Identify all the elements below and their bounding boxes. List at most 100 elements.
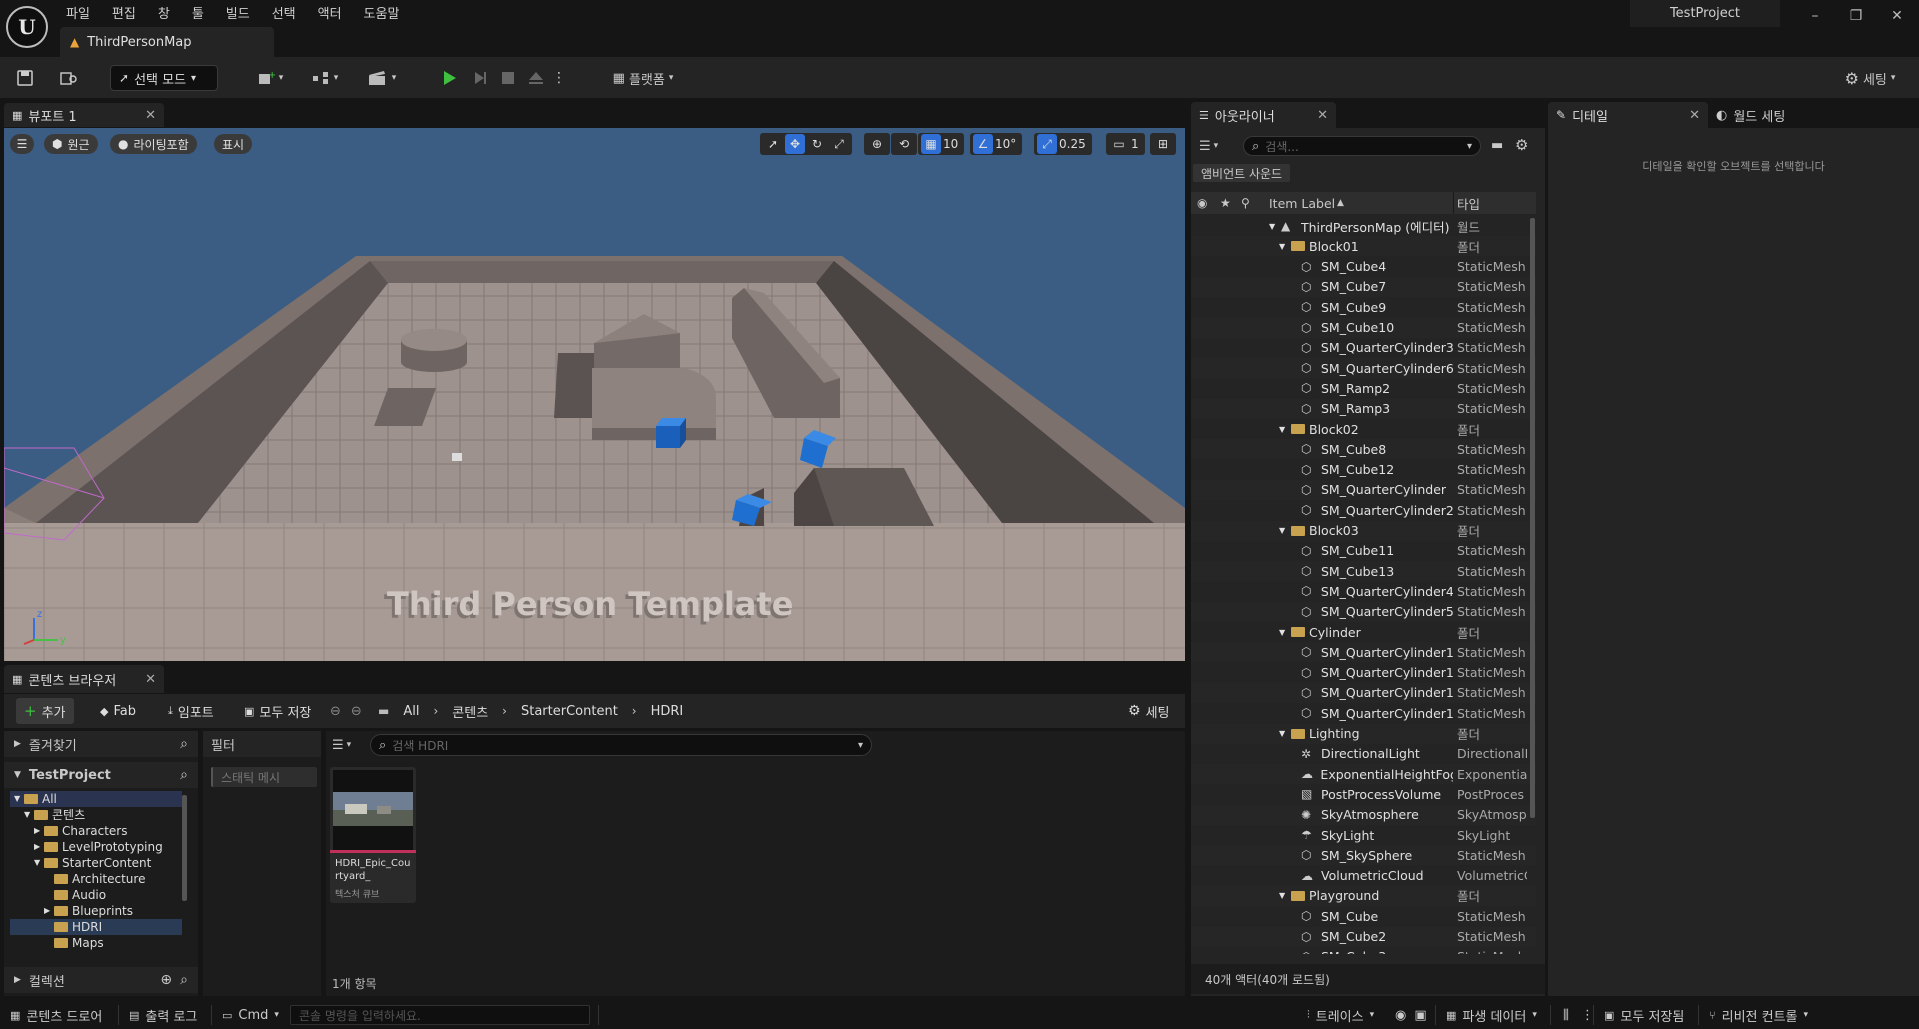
chevron-right-icon[interactable]: ▶ [44, 903, 54, 919]
move-icon[interactable]: ✥ [785, 134, 805, 154]
screenshot-icon[interactable]: ▣ [1414, 1008, 1426, 1023]
outliner-row[interactable]: ☂ SkyLight SkyLight [1191, 825, 1536, 845]
outliner-row[interactable]: ⬡ SM_QuarterCylinder3 StaticMesh [1191, 338, 1536, 358]
step-button[interactable] [468, 64, 492, 92]
search-icon[interactable]: ⌕ [180, 972, 188, 988]
eject-button[interactable] [524, 64, 548, 92]
outliner-row[interactable]: ⬡ SM_Cube StaticMesh [1191, 906, 1536, 926]
map-tab[interactable]: ▲ ThirdPersonMap [60, 27, 274, 57]
outliner-row[interactable]: ▼ ▲ ThirdPersonMap (에디터) 월드 [1191, 216, 1536, 236]
close-icon[interactable]: ✕ [1689, 108, 1700, 123]
outliner-row[interactable]: ⬡ SM_QuarterCylinder1 StaticMesh [1191, 703, 1536, 723]
breadcrumb-hdri[interactable]: HDRI [651, 704, 684, 719]
camera-speed-control[interactable]: ▭ 1 [1106, 133, 1145, 155]
platforms-dropdown[interactable]: ▦ 플랫폼 ▾ [603, 64, 683, 92]
show-button[interactable]: 표시 [214, 134, 253, 154]
outliner-row[interactable]: ⬡ SM_QuarterCylinder1 StaticMesh [1191, 663, 1536, 683]
chevron-down-icon[interactable]: ▼ [1279, 729, 1291, 738]
breadcrumb-all[interactable]: All [403, 704, 419, 719]
record-icon[interactable]: ◉ [1395, 1008, 1406, 1023]
star-icon[interactable]: ★ [1220, 196, 1231, 210]
more-options-icon[interactable]: ⋮ [1581, 1001, 1594, 1029]
menu-edit[interactable]: 편집 [112, 3, 136, 22]
new-folder-icon[interactable]: ▬ [1491, 138, 1503, 153]
lighting-mode-button[interactable]: ● 라이팅포함 [110, 134, 197, 154]
menu-file[interactable]: 파일 [66, 3, 90, 22]
tree-folder-maps[interactable]: Maps [10, 935, 182, 951]
outliner-row[interactable]: ▼ Block02 폴더 [1191, 419, 1536, 439]
outliner-row[interactable]: ✲ DirectionalLight DirectionalL [1191, 744, 1536, 764]
select-icon[interactable]: ➚ [763, 134, 783, 154]
outliner-row[interactable]: ⬡ SM_QuarterCylinder4 StaticMesh [1191, 581, 1536, 601]
favorites-header[interactable]: ▶ 즐겨찾기 ⌕ [4, 731, 198, 757]
outliner-row[interactable]: ⬡ SM_Cube12 StaticMesh [1191, 460, 1536, 480]
chevron-right-icon[interactable]: ▶ [34, 823, 44, 839]
tree-scrollbar[interactable] [182, 795, 187, 901]
gear-icon[interactable]: ⚙ [1515, 136, 1528, 154]
menu-tools[interactable]: 툴 [192, 3, 204, 22]
output-log-button[interactable]: ▤ 출력 로그 [119, 1001, 211, 1029]
close-icon[interactable]: ✕ [145, 672, 156, 687]
static-mesh-filter-chip[interactable]: 스태틱 메시 [211, 767, 317, 787]
outliner-row[interactable]: ⬡ SM_QuarterCylinder1 StaticMesh [1191, 642, 1536, 663]
asset-search-input[interactable]: ⌕ 검색 HDRI ▾ [370, 734, 872, 756]
visibility-eye-icon[interactable]: ◉ [1197, 196, 1207, 210]
outliner-row[interactable]: ⬡ SM_QuarterCylinder5 StaticMesh [1191, 601, 1536, 622]
outliner-row[interactable]: ⬡ SM_Cube3 StaticMesh [1191, 947, 1536, 954]
hamburger-icon[interactable]: ☰ [10, 134, 34, 154]
search-icon[interactable]: ⌕ [180, 736, 188, 752]
import-button[interactable]: ⤓ 임포트 [160, 698, 222, 724]
tree-folder-hdri[interactable]: HDRI [10, 919, 182, 935]
outliner-row[interactable]: ⬡ SM_QuarterCylinder1 StaticMesh [1191, 682, 1536, 703]
tree-folder-audio[interactable]: Audio [10, 887, 182, 903]
derived-data-dropdown[interactable]: ▦ 파생 데이터 ▾ [1436, 1001, 1550, 1029]
tab-content-browser[interactable]: ▦ 콘텐츠 브라우저 ✕ [4, 665, 164, 693]
chevron-down-icon[interactable]: ▼ [1279, 425, 1291, 434]
outliner-row[interactable]: ⬡ SM_QuarterCylinder StaticMesh [1191, 479, 1536, 500]
source-control-status-icon[interactable]: ⫼ [1551, 1001, 1581, 1029]
chevron-down-icon[interactable]: ▼ [1279, 891, 1291, 900]
play-options-icon[interactable]: ⋮ [552, 64, 566, 92]
chevron-down-icon[interactable]: ▼ [14, 791, 24, 807]
grid-snap-control[interactable]: ▦ 10 [918, 133, 965, 155]
unreal-logo[interactable]: U [6, 6, 48, 48]
ambient-sound-chip[interactable]: 앰비언트 사운드 [1193, 164, 1291, 182]
collections-header[interactable]: ▶ 컬렉션 ⊕ ⌕ [4, 967, 198, 993]
fab-button[interactable]: ◆ Fab [92, 698, 144, 724]
play-button[interactable] [436, 64, 462, 92]
outliner-row[interactable]: ☁ VolumetricCloud VolumetricC [1191, 866, 1536, 886]
pin-icon[interactable]: ⚲ [1241, 196, 1250, 210]
tab-outliner[interactable]: ☰ 아웃라이너 ✕ [1191, 102, 1336, 128]
chevron-down-icon[interactable]: ▼ [34, 855, 44, 871]
forward-icon[interactable]: ⊖ [351, 704, 362, 719]
outliner-row[interactable]: ⬡ SM_Cube2 StaticMesh [1191, 926, 1536, 947]
tab-viewport[interactable]: ▦ 뷰포트 1 ✕ [4, 103, 164, 127]
outliner-scrollbar[interactable] [1530, 218, 1535, 818]
selection-mode-dropdown[interactable]: ➚ 선택 모드 ▾ [110, 65, 218, 91]
outliner-row[interactable]: ⬡ SM_QuarterCylinder2 StaticMesh [1191, 500, 1536, 520]
menu-actor[interactable]: 액터 [318, 3, 342, 22]
content-browse-icon[interactable] [56, 64, 82, 92]
rotate-icon[interactable]: ↻ [807, 134, 827, 154]
stop-button[interactable] [496, 64, 520, 92]
close-icon[interactable]: ✕ [145, 108, 156, 123]
close-icon[interactable]: ✕ [1317, 108, 1328, 123]
cmd-dropdown[interactable]: ▭ Cmd ▾ [212, 1001, 284, 1029]
outliner-row[interactable]: ⬡ SM_Cube9 StaticMesh [1191, 297, 1536, 317]
revision-control-dropdown[interactable]: ⑂ 리비전 컨트롤 ▾ [1699, 1001, 1829, 1029]
outliner-row[interactable]: ⬡ SM_Ramp3 StaticMesh [1191, 398, 1536, 419]
add-button[interactable]: + 추가 [16, 698, 74, 724]
restore-icon[interactable]: ❐ [1846, 6, 1866, 26]
breadcrumb-content[interactable]: 콘텐츠 [452, 702, 488, 721]
outliner-row[interactable]: ▼ Cylinder 폴더 [1191, 622, 1536, 642]
chevron-down-icon[interactable]: ▼ [1269, 222, 1281, 231]
level-viewport[interactable]: z y Third Person Template Third Person T… [4, 128, 1185, 661]
outliner-row[interactable]: ⬡ SM_Cube7 StaticMesh [1191, 276, 1536, 297]
add-collection-icon[interactable]: ⊕ [160, 972, 172, 988]
outliner-row[interactable]: ⬡ SM_Cube13 StaticMesh [1191, 561, 1536, 582]
scale-icon[interactable]: ⤢ [829, 134, 849, 154]
outliner-row[interactable]: ✺ SkyAtmosphere SkyAtmosp [1191, 804, 1536, 825]
tree-folder-characters[interactable]: ▶ Characters [10, 823, 182, 839]
outliner-row[interactable]: ▧ PostProcessVolume PostProces [1191, 784, 1536, 804]
all-saved-button[interactable]: ▣ 모두 저장됨 [1594, 1001, 1698, 1029]
